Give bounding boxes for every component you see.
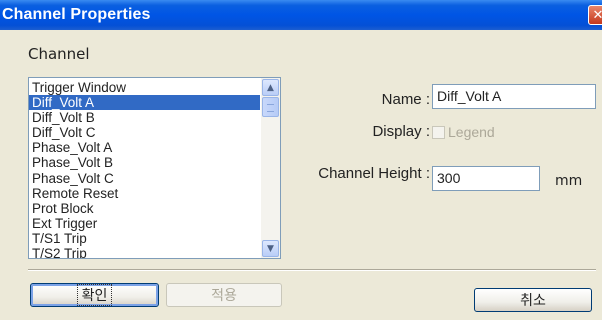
list-item[interactable]: Trigger Window (29, 80, 260, 95)
channel-height-input[interactable]: 300 (432, 166, 540, 191)
name-input[interactable]: Diff_Volt A (432, 84, 596, 109)
list-item[interactable]: T/S2 Trip (29, 246, 260, 258)
legend-checkbox[interactable] (432, 125, 445, 139)
window-title: Channel Properties (2, 6, 151, 23)
list-item[interactable]: Ext Trigger (29, 216, 260, 231)
ok-button[interactable]: 확인 (30, 283, 159, 307)
scroll-down-icon[interactable]: ▼ (262, 240, 279, 257)
list-item[interactable]: Diff_Volt C (29, 125, 260, 140)
display-label: Display : (372, 123, 430, 140)
close-icon[interactable]: ✕ (588, 5, 602, 25)
list-item[interactable]: Phase_Volt C (29, 171, 260, 186)
list-item-selected[interactable]: Diff_Volt A (29, 95, 260, 111)
channel-section-label: Channel (28, 45, 90, 63)
legend-checkbox-group: Legend (432, 124, 495, 140)
scroll-thumb[interactable] (262, 97, 279, 117)
title-bar: Channel Properties ✕ (0, 0, 602, 30)
height-unit-label: mm (555, 173, 583, 189)
divider (28, 269, 596, 271)
channel-list-items: Trigger Window Diff_Volt A Diff_Volt B D… (29, 80, 260, 258)
legend-label: Legend (448, 124, 495, 140)
apply-button[interactable]: 적용 (166, 283, 282, 307)
list-item[interactable]: Diff_Volt B (29, 110, 260, 125)
vertical-scrollbar[interactable]: ▲ ▼ (261, 78, 280, 258)
channel-listbox[interactable]: Trigger Window Diff_Volt A Diff_Volt B D… (28, 77, 281, 259)
list-item[interactable]: Phase_Volt A (29, 140, 260, 155)
list-item[interactable]: T/S1 Trip (29, 231, 260, 246)
name-label: Name : (381, 91, 430, 108)
list-item[interactable]: Prot Block (29, 201, 260, 216)
list-item[interactable]: Phase_Volt B (29, 155, 260, 170)
ok-button-label: 확인 (76, 284, 113, 306)
channel-height-label: Channel Height : (318, 165, 430, 182)
cancel-button[interactable]: 취소 (474, 288, 592, 312)
scroll-up-icon[interactable]: ▲ (262, 79, 279, 96)
list-item[interactable]: Remote Reset (29, 186, 260, 201)
